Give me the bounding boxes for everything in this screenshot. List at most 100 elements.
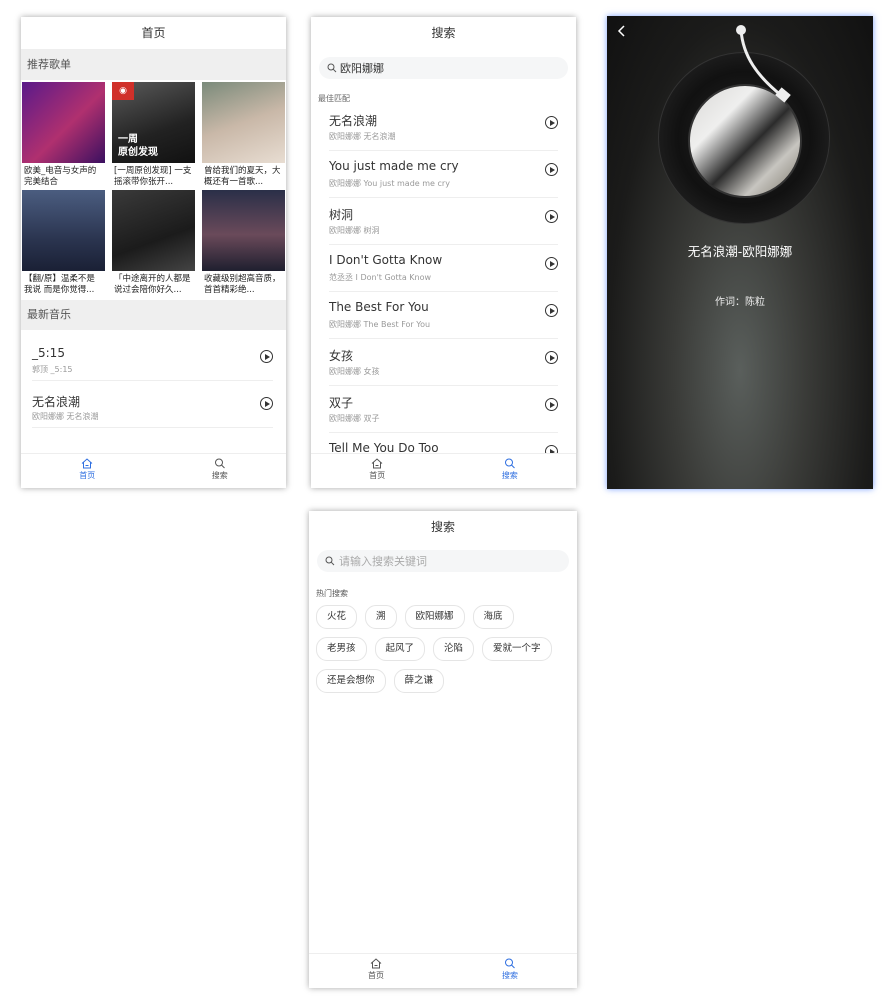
result-row[interactable]: 双子 欧阳娜娜 双子 — [329, 386, 558, 433]
tab-search[interactable]: 搜索 — [444, 454, 577, 488]
playlist-card[interactable]: 欧美_电音与女声的完美结合 — [22, 82, 105, 190]
search-query: 欧阳娜娜 — [340, 62, 384, 75]
tab-label: 搜索 — [211, 471, 228, 480]
back-arrow-icon[interactable] — [617, 24, 627, 38]
tab-home[interactable]: 首页 — [311, 454, 444, 488]
netease-logo-icon: ◉ — [112, 82, 134, 100]
hot-tag[interactable]: 海底 — [472, 605, 514, 629]
tab-home[interactable]: 首页 — [309, 954, 443, 988]
page-title: 搜索 — [311, 17, 576, 49]
result-row[interactable]: 女孩 欧阳娜娜 女孩 — [329, 339, 558, 386]
result-row[interactable]: 无名浪潮 欧阳娜娜 无名浪潮 — [329, 104, 558, 151]
search-icon — [504, 458, 515, 469]
play-icon[interactable] — [545, 398, 558, 411]
song-name: 无名浪潮 — [329, 114, 378, 128]
home-icon — [371, 458, 383, 469]
playlist-title: 欧美_电音与女声的完美结合 — [24, 166, 97, 187]
home-screen: 首页 推荐歌单 欧美_电音与女声的完美结合 ◉ 一周 原创发现 [一周原创发现]… — [21, 17, 286, 488]
home-icon — [81, 458, 93, 469]
play-icon[interactable] — [545, 163, 558, 176]
play-icon[interactable] — [545, 304, 558, 317]
playlist-cover — [202, 190, 285, 271]
playlist-card[interactable]: 曾给我们的夏天，大概还有一首歌... — [202, 82, 285, 190]
play-icon[interactable] — [545, 257, 558, 270]
search-results-screen: 搜索 欧阳娜娜 最佳匹配 无名浪潮 欧阳娜娜 无名浪潮 You just mad… — [311, 17, 576, 488]
playlist-title: 「中途离开的人都是说过会陪你好久... — [114, 274, 191, 295]
hot-tag[interactable]: 还是会想你 — [316, 669, 386, 693]
song-artist: 郭顶 _5:15 — [32, 365, 73, 374]
hot-search-label: 热门搜索 — [316, 589, 348, 598]
tab-search[interactable]: 搜索 — [443, 954, 577, 988]
hot-tag[interactable]: 火花 — [316, 605, 358, 629]
song-artist: 欧阳娜娜 树洞 — [329, 226, 380, 235]
tab-label: 首页 — [369, 471, 386, 480]
playlist-card[interactable]: ◉ 一周 原创发现 [一周原创发现] 一支摇滚带你张开... — [112, 82, 195, 190]
result-row[interactable]: I Don't Gotta Know 范丞丞 I Don't Gotta Kno… — [329, 245, 558, 292]
tab-label: 搜索 — [501, 471, 518, 480]
song-name: You just made me cry — [329, 159, 459, 173]
play-icon[interactable] — [545, 210, 558, 223]
song-artist: 范丞丞 I Don't Gotta Know — [329, 273, 432, 282]
play-icon[interactable] — [545, 351, 558, 364]
playlist-card[interactable]: 【翻/原】温柔不是我说 而是你觉得... — [22, 190, 105, 298]
search-icon — [214, 458, 225, 469]
hot-tag[interactable]: 爱就一个字 — [482, 637, 552, 661]
tab-search[interactable]: 搜索 — [154, 454, 287, 488]
hot-tag[interactable]: 起风了 — [374, 637, 426, 661]
play-icon[interactable] — [545, 116, 558, 129]
tab-bar: 首页 搜索 — [311, 453, 576, 488]
playlist-title: [一周原创发现] 一支摇滚带你张开... — [114, 166, 192, 187]
playlist-cover: ◉ 一周 原创发现 — [112, 82, 195, 163]
best-match-label: 最佳匹配 — [318, 94, 350, 103]
song-artist: 欧阳娜娜 女孩 — [329, 367, 380, 376]
playlist-title: 曾给我们的夏天，大概还有一首歌... — [204, 166, 281, 187]
search-icon — [327, 63, 337, 73]
playlist-cover — [202, 82, 285, 163]
tab-label: 首页 — [368, 971, 384, 980]
hot-tag[interactable]: 欧阳娜娜 — [404, 605, 465, 629]
song-artist: 欧阳娜娜 The Best For You — [329, 320, 431, 329]
song-row[interactable]: 无名浪潮 欧阳娜娜 无名浪潮 — [32, 381, 273, 428]
tab-bar: 首页 搜索 — [309, 953, 577, 988]
search-input[interactable]: 请输入搜索关键词 — [317, 550, 569, 572]
tab-label: 首页 — [79, 471, 96, 480]
playlist-card[interactable]: 收藏级别超高音质，首首精彩绝... — [202, 190, 285, 298]
search-placeholder: 请输入搜索关键词 — [339, 555, 427, 568]
tab-bar: 首页 搜索 — [21, 453, 286, 488]
page-title: 首页 — [21, 17, 286, 50]
home-icon — [370, 958, 382, 969]
search-input[interactable]: 欧阳娜娜 — [319, 57, 568, 79]
tab-label: 搜索 — [502, 971, 518, 980]
hot-tag[interactable]: 老男孩 — [316, 637, 367, 661]
song-name: 无名浪潮 — [32, 395, 81, 409]
playlist-card[interactable]: 「中途离开的人都是说过会陪你好久... — [112, 190, 195, 298]
song-artist: 欧阳娜娜 无名浪潮 — [32, 412, 99, 421]
playlist-cover — [112, 190, 195, 271]
song-name: 双子 — [329, 396, 354, 410]
search-icon — [325, 556, 335, 566]
hot-tag[interactable]: 薛之谦 — [393, 669, 445, 693]
result-row[interactable]: The Best For You 欧阳娜娜 The Best For You — [329, 292, 558, 339]
search-screen: 搜索 请输入搜索关键词 热门搜索 火花 溯 欧阳娜娜 海底 老男孩 起风了 沦陷… — [309, 511, 577, 988]
search-icon — [505, 958, 515, 969]
new-music-section-header: 最新音乐 — [21, 300, 286, 330]
song-name: The Best For You — [329, 300, 429, 314]
song-row[interactable]: _5:15 郭顶 _5:15 — [32, 334, 273, 381]
hot-tags: 火花 溯 欧阳娜娜 海底 老男孩 起风了 沦陷 爱就一个字 还是会想你 薛之谦 — [309, 599, 577, 701]
page-title: 搜索 — [309, 511, 577, 543]
song-title: 无名浪潮-欧阳娜娜 — [687, 244, 793, 259]
play-icon[interactable] — [260, 397, 273, 410]
song-name: 女孩 — [329, 349, 354, 363]
hot-tag[interactable]: 溯 — [365, 605, 397, 629]
playlist-cover — [22, 82, 105, 163]
tonearm-icon — [736, 25, 791, 103]
tab-home[interactable]: 首页 — [21, 454, 154, 488]
play-icon[interactable] — [260, 350, 273, 363]
song-artist: 欧阳娜娜 双子 — [329, 414, 380, 423]
result-row[interactable]: 树洞 欧阳娜娜 树洞 — [329, 198, 558, 245]
recommend-section-header: 推荐歌单 — [21, 50, 286, 80]
song-name: I Don't Gotta Know — [329, 253, 443, 267]
playlist-title: 收藏级别超高音质，首首精彩绝... — [204, 274, 281, 295]
hot-tag[interactable]: 沦陷 — [433, 637, 475, 661]
result-row[interactable]: You just made me cry 欧阳娜娜 You just made … — [329, 151, 558, 198]
